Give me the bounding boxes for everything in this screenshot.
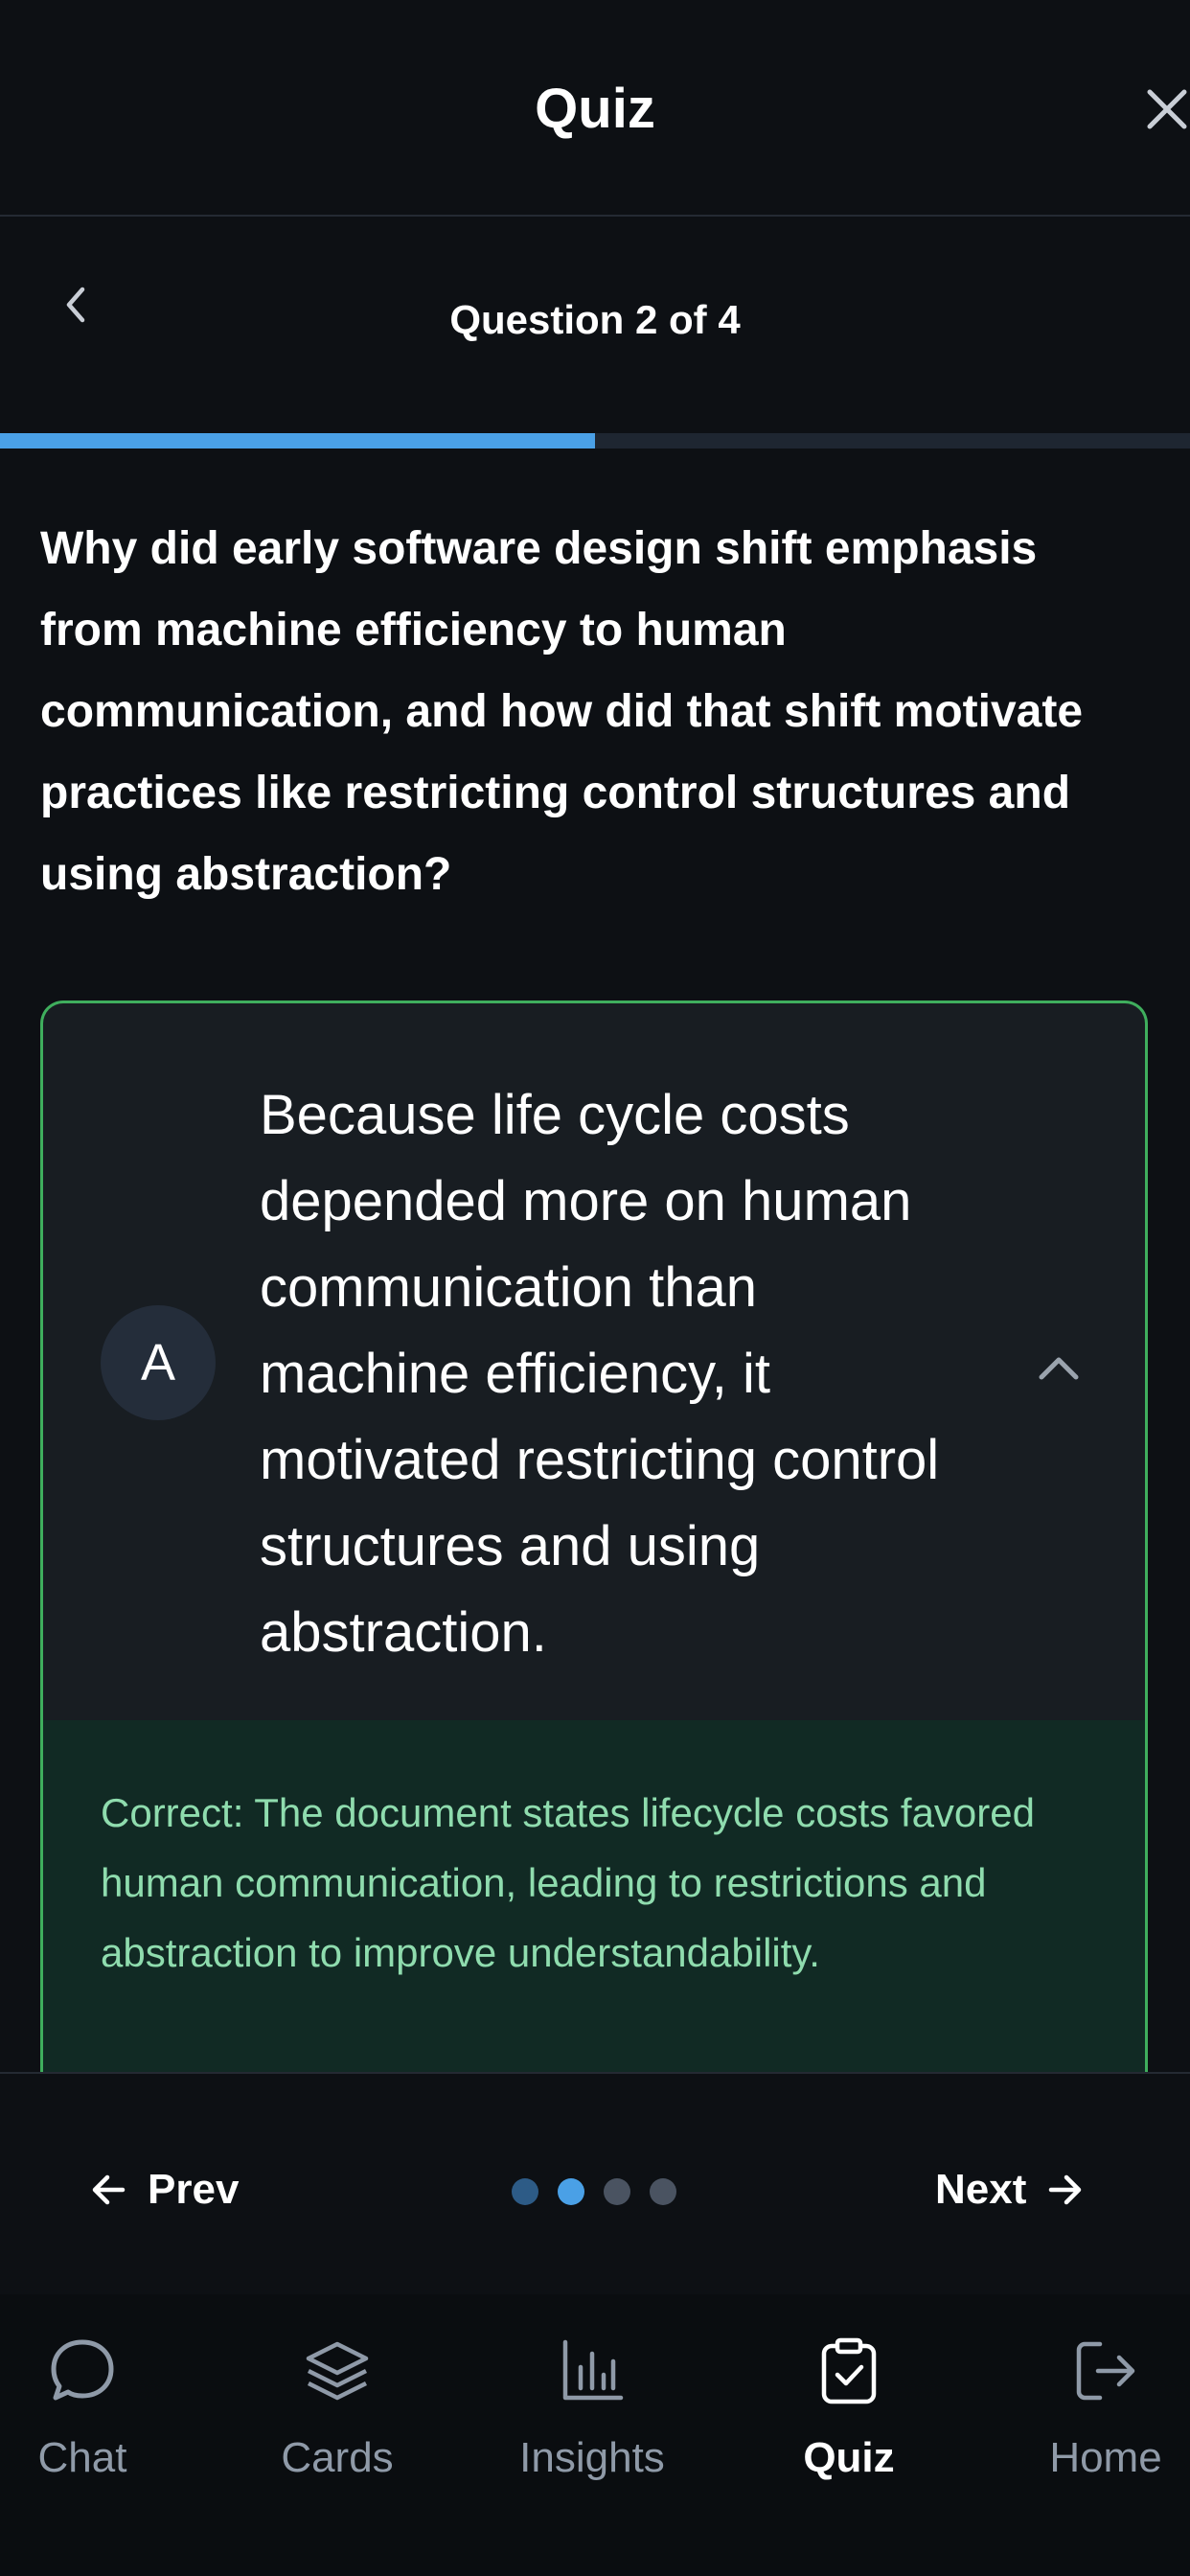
page-dot-current[interactable]: [558, 2178, 584, 2205]
answer-feedback: Correct: The document states lifecycle c…: [43, 1720, 1145, 2074]
question-navigation: Prev Next: [0, 2072, 1190, 2294]
prev-label: Prev: [148, 2166, 240, 2213]
option-letter-badge: A: [101, 1305, 216, 1420]
next-label: Next: [935, 2166, 1027, 2213]
arrow-left-icon: [92, 2174, 126, 2205]
answer-option-a[interactable]: A Because life cycle costs depended more…: [40, 1000, 1148, 2074]
tab-label: Chat: [37, 2434, 127, 2481]
prev-button[interactable]: Prev: [88, 2156, 239, 2223]
tab-label: Home: [1049, 2434, 1162, 2481]
tab-chat[interactable]: Chat: [0, 2333, 178, 2482]
question-header: Question 2 of 4: [0, 218, 1190, 435]
tab-quiz[interactable]: Quiz: [753, 2333, 945, 2482]
arrow-right-icon: [1049, 2174, 1082, 2205]
chevron-up-icon[interactable]: [1030, 1348, 1087, 1387]
bottom-tab-bar: Chat Cards Insights Quiz Home: [0, 2294, 1190, 2576]
tab-home[interactable]: Home: [1010, 2333, 1190, 2482]
bar-chart-icon: [562, 2339, 624, 2401]
close-icon[interactable]: [1138, 80, 1190, 138]
tab-label: Cards: [281, 2434, 394, 2481]
page-title: Quiz: [535, 78, 655, 140]
quiz-screen: Quiz Question 2 of 4 Why did early softw…: [0, 0, 1190, 2576]
page-dot[interactable]: [604, 2178, 630, 2205]
tab-label: Quiz: [803, 2434, 895, 2481]
exit-icon: [1076, 2341, 1135, 2401]
layers-icon: [306, 2341, 369, 2401]
question-text: Why did early software design shift emph…: [40, 523, 1084, 900]
progress-bar: [0, 433, 1190, 448]
clipboard-check-icon: [821, 2337, 877, 2404]
top-bar: Quiz: [0, 0, 1190, 217]
question-counter: Question 2 of 4: [449, 297, 741, 342]
page-dot[interactable]: [650, 2178, 676, 2205]
tab-cards[interactable]: Cards: [241, 2333, 433, 2482]
answer-text: Because life cycle costs depended more o…: [260, 1084, 940, 1664]
answer-header[interactable]: A Because life cycle costs depended more…: [43, 1003, 1145, 1720]
page-dot[interactable]: [512, 2178, 538, 2205]
pagination-dots: [512, 2177, 676, 2206]
tab-label: Insights: [519, 2434, 665, 2481]
chat-bubble-icon: [51, 2339, 114, 2401]
next-button[interactable]: Next: [935, 2156, 1086, 2223]
tab-insights[interactable]: Insights: [496, 2333, 688, 2482]
progress-fill: [0, 433, 595, 448]
feedback-text: Correct: The document states lifecycle c…: [101, 1790, 1035, 1975]
